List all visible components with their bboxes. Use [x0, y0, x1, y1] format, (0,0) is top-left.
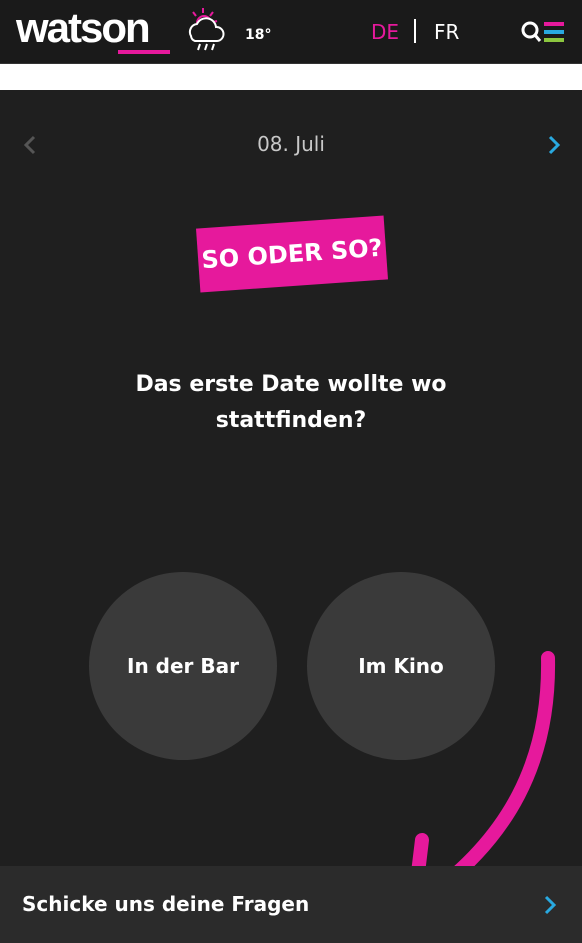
- language-separator: [414, 19, 416, 43]
- language-fr-link[interactable]: FR: [434, 20, 459, 44]
- poll-question: Das erste Date wollte wo stattfinden?: [135, 372, 447, 433]
- option-button-bar[interactable]: In der Bar: [89, 572, 277, 760]
- poll-date: 08. Juli: [257, 132, 325, 156]
- so-oder-so-badge: SO ODER SO?: [195, 215, 389, 293]
- send-questions-link[interactable]: Schicke uns deine Fragen: [0, 866, 582, 943]
- temperature: 18°: [245, 27, 272, 43]
- send-questions-label: Schicke uns deine Fragen: [22, 892, 310, 916]
- language-de-link[interactable]: DE: [371, 20, 399, 44]
- weather-icon: [188, 8, 225, 51]
- chevron-right-icon[interactable]: [543, 134, 565, 156]
- top-header: watson 18° DE FR: [0, 0, 582, 64]
- watson-logo[interactable]: watson: [16, 4, 151, 52]
- logo-underline: [118, 50, 170, 54]
- header-divider-strip: [0, 64, 582, 90]
- badge-label: SO ODER SO?: [200, 233, 384, 275]
- search-menu-icon[interactable]: [520, 18, 566, 48]
- chevron-right-icon: [544, 895, 557, 915]
